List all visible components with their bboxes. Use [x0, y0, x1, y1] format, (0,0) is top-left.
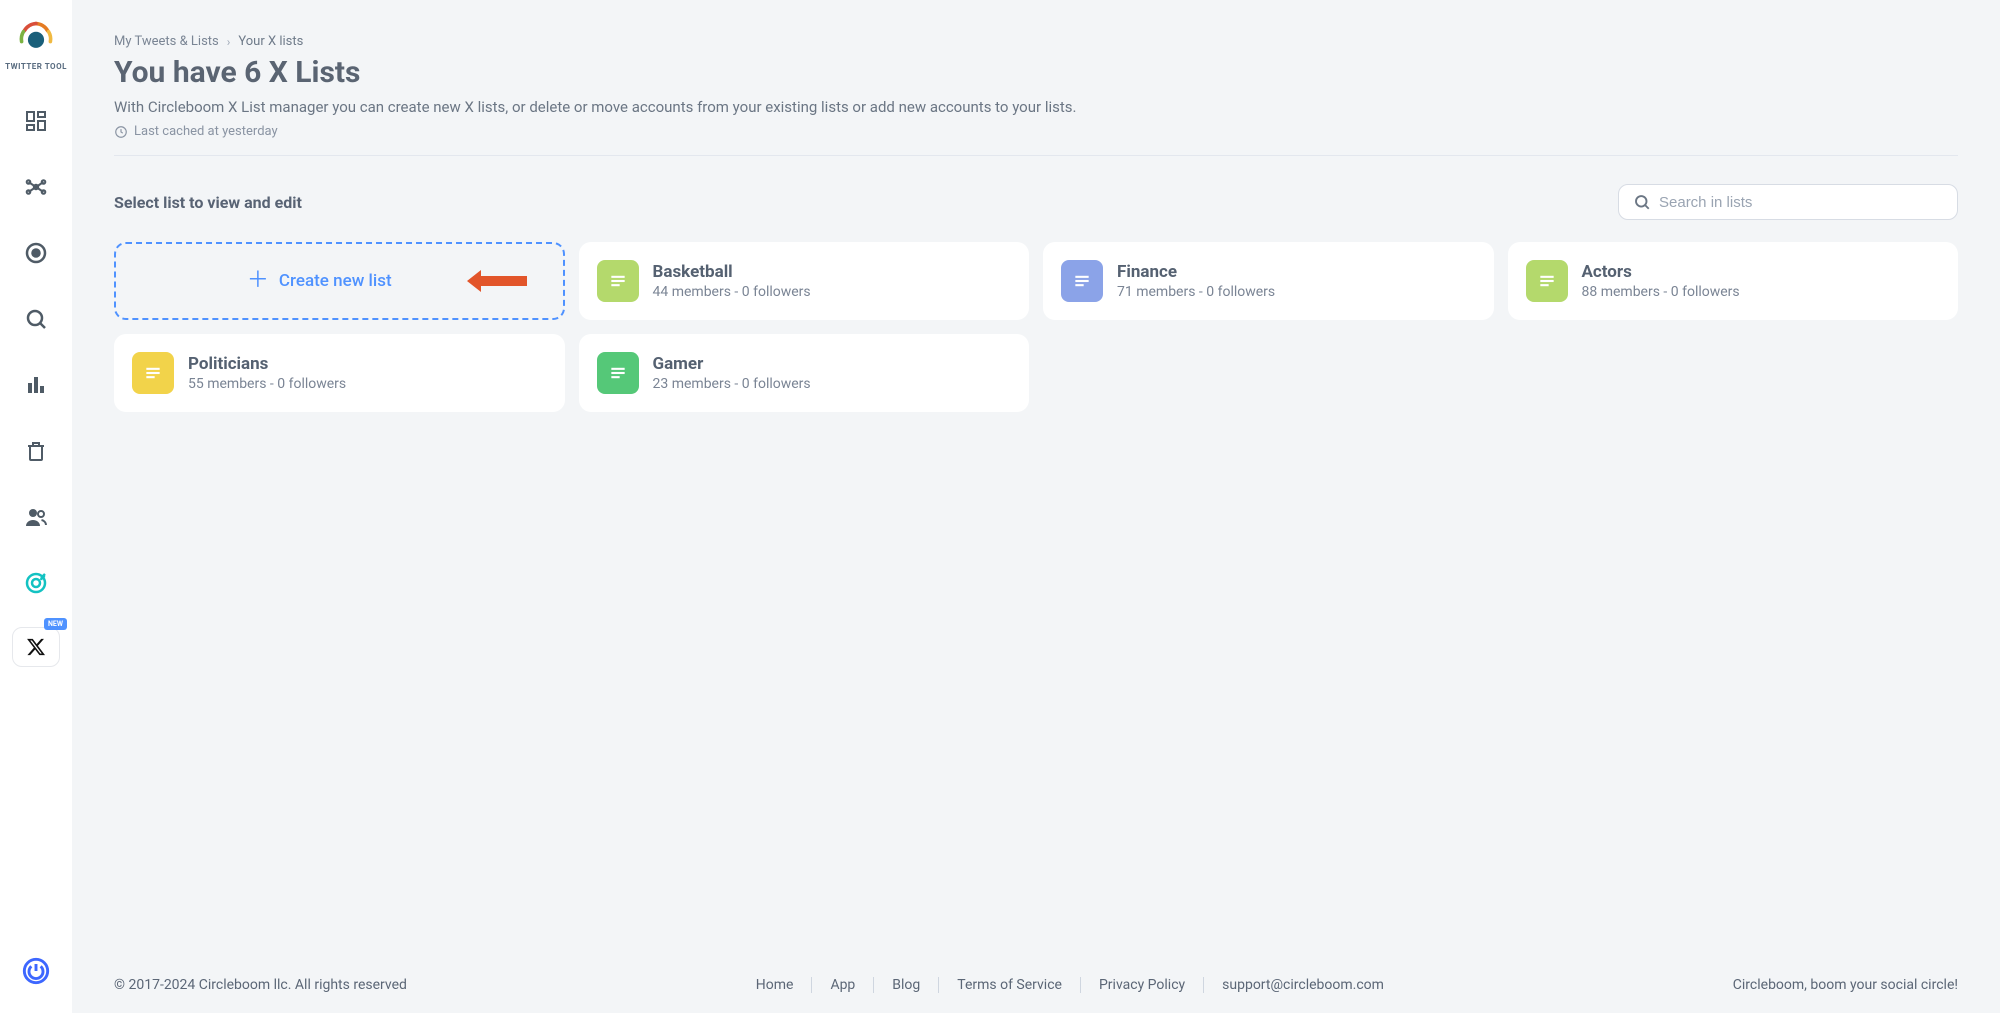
chevron-right-icon: ›	[227, 35, 231, 49]
page-title: You have 6 X Lists	[114, 55, 1958, 90]
nav-power[interactable]	[14, 949, 58, 993]
list-name: Finance	[1117, 262, 1275, 282]
footer-link-blog[interactable]: Blog	[873, 977, 938, 993]
list-name: Basketball	[653, 262, 811, 282]
footer-link-support[interactable]: support@circleboom.com	[1203, 977, 1402, 993]
list-name: Gamer	[653, 354, 811, 374]
plus-icon: ＋	[247, 270, 269, 292]
list-meta: 23 members - 0 followers	[653, 376, 811, 392]
nav-x[interactable]: NEW	[12, 627, 60, 667]
list-meta: 44 members - 0 followers	[653, 284, 811, 300]
clock-icon	[114, 125, 128, 139]
list-name: Actors	[1582, 262, 1740, 282]
footer-link-home[interactable]: Home	[738, 977, 812, 993]
breadcrumb-current: Your X lists	[238, 34, 303, 49]
lists-grid: ＋ Create new list Basketball 44 members …	[114, 242, 1958, 412]
list-meta: 88 members - 0 followers	[1582, 284, 1740, 300]
footer-link-app[interactable]: App	[811, 977, 873, 993]
list-icon	[597, 352, 639, 394]
page-subtitle: With Circleboom X List manager you can c…	[114, 98, 1958, 116]
search-icon	[1633, 193, 1651, 211]
list-icon	[1061, 260, 1103, 302]
logo-icon	[18, 20, 54, 56]
create-list-card[interactable]: ＋ Create new list	[114, 242, 565, 320]
list-card-gamer[interactable]: Gamer 23 members - 0 followers	[579, 334, 1030, 412]
main-content: My Tweets & Lists › Your X lists You hav…	[72, 0, 2000, 1013]
nav-circle[interactable]	[14, 231, 58, 275]
nav-trash[interactable]	[14, 429, 58, 473]
list-name: Politicians	[188, 354, 346, 374]
list-meta: 71 members - 0 followers	[1117, 284, 1275, 300]
list-meta: 55 members - 0 followers	[188, 376, 346, 392]
nav-target[interactable]	[14, 561, 58, 605]
divider	[114, 155, 1958, 156]
footer-tagline: Circleboom, boom your social circle!	[1733, 977, 1958, 993]
footer-copyright: © 2017-2024 Circleboom llc. All rights r…	[114, 977, 407, 993]
nav-dashboard[interactable]	[14, 99, 58, 143]
nav-network[interactable]	[14, 165, 58, 209]
list-icon	[1526, 260, 1568, 302]
nav-users[interactable]	[14, 495, 58, 539]
list-card-finance[interactable]: Finance 71 members - 0 followers	[1043, 242, 1494, 320]
sidebar: TWITTER TOOL NEW	[0, 0, 72, 1013]
new-badge: NEW	[44, 618, 67, 630]
cache-text: Last cached at yesterday	[134, 124, 278, 139]
section-title: Select list to view and edit	[114, 193, 302, 212]
list-card-politicians[interactable]: Politicians 55 members - 0 followers	[114, 334, 565, 412]
create-list-label: Create new list	[279, 271, 392, 291]
breadcrumb: My Tweets & Lists › Your X lists	[114, 34, 1958, 49]
search-input[interactable]	[1659, 194, 1943, 211]
list-card-actors[interactable]: Actors 88 members - 0 followers	[1508, 242, 1959, 320]
breadcrumb-parent[interactable]: My Tweets & Lists	[114, 34, 219, 49]
footer-link-terms[interactable]: Terms of Service	[938, 977, 1080, 993]
nav-search[interactable]	[14, 297, 58, 341]
list-icon	[597, 260, 639, 302]
brand-label: TWITTER TOOL	[5, 62, 67, 71]
footer-link-privacy[interactable]: Privacy Policy	[1080, 977, 1203, 993]
arrow-left-icon	[465, 267, 529, 295]
footer: © 2017-2024 Circleboom llc. All rights r…	[114, 947, 1958, 993]
search-field[interactable]	[1618, 184, 1958, 220]
nav-analytics[interactable]	[14, 363, 58, 407]
brand-logo[interactable]: TWITTER TOOL	[5, 20, 67, 71]
list-icon	[132, 352, 174, 394]
footer-links: Home App Blog Terms of Service Privacy P…	[738, 977, 1402, 993]
list-card-basketball[interactable]: Basketball 44 members - 0 followers	[579, 242, 1030, 320]
cache-info: Last cached at yesterday	[114, 124, 1958, 139]
